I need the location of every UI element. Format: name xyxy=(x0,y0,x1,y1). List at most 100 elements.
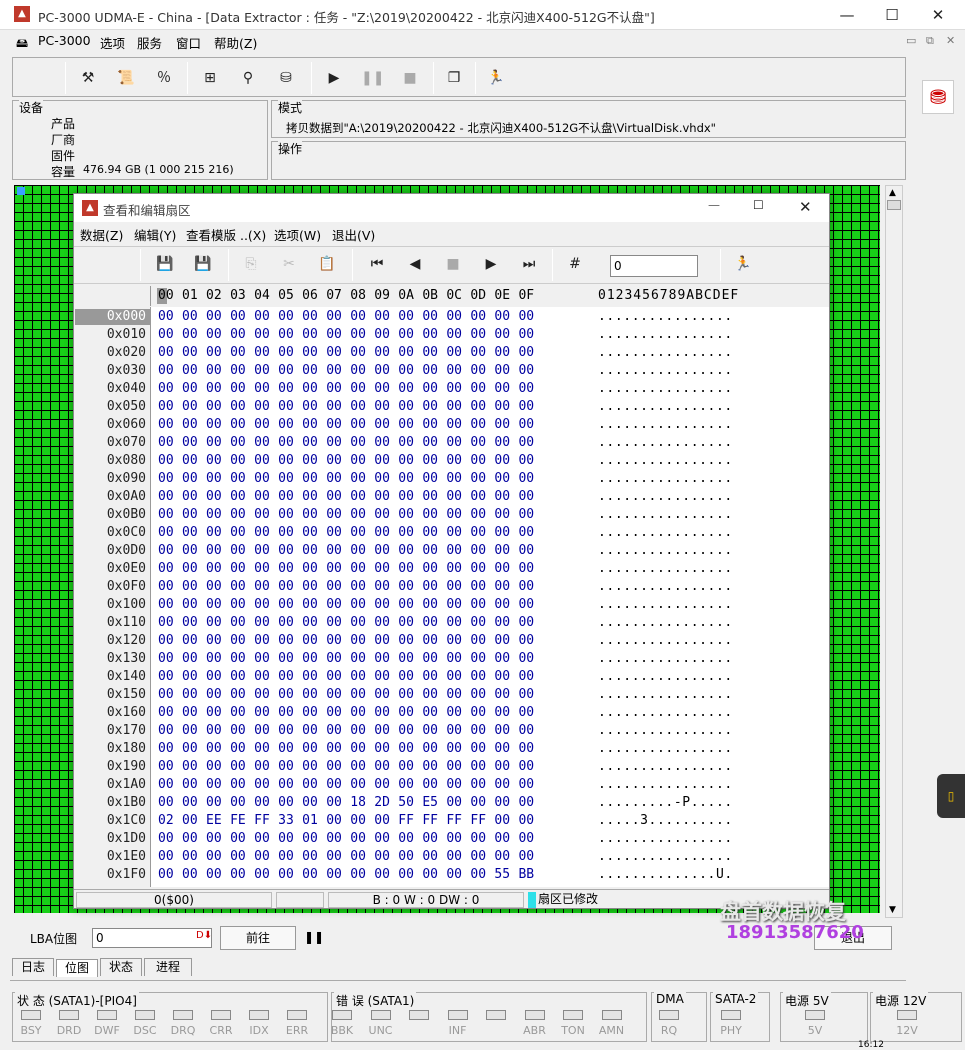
hex-row[interactable]: 00 00 00 00 00 00 00 00 00 00 00 00 00 0… xyxy=(158,327,534,342)
ascii-row[interactable]: ................ xyxy=(598,363,733,378)
hex-row[interactable]: 00 00 00 00 00 00 00 00 00 00 00 00 00 0… xyxy=(158,615,534,630)
hex-row[interactable]: 00 00 00 00 00 00 00 00 00 00 00 00 00 0… xyxy=(158,741,534,756)
save-sector-icon[interactable]: 💾 xyxy=(154,253,176,275)
hex-row[interactable]: 00 00 00 00 00 00 00 00 00 00 00 00 00 0… xyxy=(158,831,534,846)
dialog-minimize-button[interactable]: — xyxy=(708,198,720,212)
dmenu-template[interactable]: 查看模版 ..(X) xyxy=(186,225,266,244)
next-sector-icon[interactable]: ▶ xyxy=(480,253,502,275)
hex-row[interactable]: 02 00 EE FE FF 33 01 00 00 00 FF FF FF F… xyxy=(158,813,534,828)
dmenu-exit[interactable]: 退出(V) xyxy=(332,225,375,244)
ascii-row[interactable]: ................ xyxy=(598,381,733,396)
dialog-maximize-button[interactable]: ☐ xyxy=(753,198,764,212)
tab-log[interactable]: 日志 xyxy=(12,958,54,976)
exit-run-icon[interactable]: 🏃 xyxy=(485,67,507,89)
sector-jump-input[interactable]: 0 xyxy=(610,255,698,277)
ascii-row[interactable]: ................ xyxy=(598,471,733,486)
hex-row[interactable]: 00 00 00 00 00 00 00 00 00 00 00 00 00 0… xyxy=(158,363,534,378)
hex-row[interactable]: 00 00 00 00 00 00 00 00 00 00 00 00 00 0… xyxy=(158,597,534,612)
hex-row[interactable]: 00 00 00 00 00 00 00 00 00 00 00 00 00 0… xyxy=(158,489,534,504)
disk-icon[interactable]: ⛁ xyxy=(275,67,297,89)
mdi-restore-icon[interactable]: ⧉ xyxy=(926,34,934,48)
hex-row[interactable]: 00 00 00 00 00 00 00 00 00 00 00 00 00 0… xyxy=(158,417,534,432)
ascii-row[interactable]: ................ xyxy=(598,633,733,648)
hex-row[interactable]: 00 00 00 00 00 00 00 00 00 00 00 00 00 0… xyxy=(158,759,534,774)
hex-row[interactable]: 00 00 00 00 00 00 00 00 00 00 00 00 00 0… xyxy=(158,381,534,396)
stop-icon[interactable]: ■ xyxy=(399,67,421,89)
hex-row[interactable]: 00 00 00 00 00 00 00 00 00 00 00 00 00 0… xyxy=(158,435,534,450)
last-sector-icon[interactable]: ⏭ xyxy=(518,253,540,275)
hex-row[interactable]: 00 00 00 00 00 00 00 00 00 00 00 00 00 0… xyxy=(158,651,534,666)
ascii-row[interactable]: ................ xyxy=(598,723,733,738)
hex-row[interactable]: 00 00 00 00 00 00 00 00 00 00 00 00 00 0… xyxy=(158,561,534,576)
hex-row[interactable]: 00 00 00 00 00 00 00 00 00 00 00 00 00 0… xyxy=(158,453,534,468)
stop-sector-icon[interactable]: ■ xyxy=(442,253,464,275)
percent-icon[interactable]: ％ xyxy=(153,67,175,89)
maximize-button[interactable]: ☐ xyxy=(869,0,915,30)
ascii-row[interactable]: ................ xyxy=(598,759,733,774)
play-icon[interactable]: ▶ xyxy=(323,67,345,89)
hex-row[interactable]: 00 00 00 00 00 00 00 00 00 00 00 00 00 0… xyxy=(158,867,534,882)
save-as-icon[interactable]: 💾 xyxy=(192,253,214,275)
paste-icon[interactable]: 📋 xyxy=(316,253,338,275)
ascii-row[interactable]: ................ xyxy=(598,615,733,630)
script-icon[interactable]: 📜 xyxy=(115,67,137,89)
prev-sector-icon[interactable]: ◀ xyxy=(404,253,426,275)
mdi-minimize-icon[interactable]: ▭ xyxy=(906,34,916,47)
hex-view[interactable]: 0x000 0x010 0x020 0x030 0x040 0x050 0x060 0x070… xyxy=(74,307,829,887)
tree-icon[interactable]: ⊞ xyxy=(199,67,221,89)
hex-row[interactable]: 00 00 00 00 00 00 00 00 00 00 00 00 00 0… xyxy=(158,705,534,720)
ascii-row[interactable]: ................ xyxy=(598,579,733,594)
close-button[interactable]: ✕ xyxy=(915,0,961,30)
ascii-row[interactable]: ................ xyxy=(598,669,733,684)
tab-process[interactable]: 进程 xyxy=(144,958,192,976)
hex-row[interactable]: 00 00 00 00 00 00 00 00 00 00 00 00 00 0… xyxy=(158,633,534,648)
goto-number-icon[interactable]: # xyxy=(564,253,586,275)
hex-row[interactable]: 00 00 00 00 00 00 00 00 00 00 00 00 00 0… xyxy=(158,543,534,558)
side-widget-icon[interactable]: ▯ xyxy=(937,774,965,818)
copy-icon[interactable]: ⎘ xyxy=(240,253,262,275)
ascii-row[interactable]: ................ xyxy=(598,417,733,432)
lba-unit-icon[interactable]: D⬇ xyxy=(196,930,212,941)
ascii-row[interactable]: ................ xyxy=(598,525,733,540)
cut-icon[interactable]: ✂ xyxy=(278,253,300,275)
ascii-row[interactable]: ................ xyxy=(598,399,733,414)
ascii-row[interactable]: ................ xyxy=(598,345,733,360)
ascii-row[interactable]: ................ xyxy=(598,435,733,450)
ascii-row[interactable]: ................ xyxy=(598,777,733,792)
hex-row[interactable]: 00 00 00 00 00 00 00 00 00 00 00 00 00 0… xyxy=(158,669,534,684)
binoculars-icon[interactable]: ⚲ xyxy=(237,67,259,89)
lba-pause-icon[interactable]: ❚❚ xyxy=(304,930,324,944)
ascii-row[interactable]: ................ xyxy=(598,687,733,702)
ascii-row[interactable]: ................ xyxy=(598,705,733,720)
ascii-row[interactable]: ................ xyxy=(598,507,733,522)
ascii-row[interactable]: ................ xyxy=(598,561,733,576)
lba-input[interactable]: 0 xyxy=(92,928,212,948)
ascii-row[interactable]: ................ xyxy=(598,489,733,504)
hex-row[interactable]: 00 00 00 00 00 00 00 00 00 00 00 00 00 0… xyxy=(158,507,534,522)
windows-icon[interactable]: ❐ xyxy=(443,67,465,89)
ascii-row[interactable]: .........-P..... xyxy=(598,795,733,810)
hex-row[interactable]: 00 00 00 00 00 00 00 00 18 2D 50 E5 00 0… xyxy=(158,795,534,810)
ascii-row[interactable]: ................ xyxy=(598,453,733,468)
pause-icon[interactable]: ❚❚ xyxy=(361,67,384,89)
hex-row[interactable]: 00 00 00 00 00 00 00 00 00 00 00 00 00 0… xyxy=(158,345,534,360)
ascii-row[interactable]: ................ xyxy=(598,543,733,558)
mdi-close-icon[interactable]: ✕ xyxy=(946,34,955,47)
ascii-row[interactable]: ................ xyxy=(598,309,733,324)
hex-row[interactable]: 00 00 00 00 00 00 00 00 00 00 00 00 00 0… xyxy=(158,399,534,414)
ascii-row[interactable]: ................ xyxy=(598,831,733,846)
hex-row[interactable]: 00 00 00 00 00 00 00 00 00 00 00 00 00 0… xyxy=(158,849,534,864)
ascii-row[interactable]: ..............U. xyxy=(598,867,733,882)
minimize-button[interactable]: — xyxy=(824,0,870,30)
menu-pc3000[interactable]: PC-3000 xyxy=(38,33,91,48)
ascii-row[interactable]: ................ xyxy=(598,741,733,756)
menu-service[interactable]: 服务 xyxy=(137,33,162,52)
tab-status[interactable]: 状态 xyxy=(100,958,142,976)
go-button[interactable]: 前往 xyxy=(220,926,296,950)
tab-bitmap[interactable]: 位图 xyxy=(56,959,98,977)
dmenu-data[interactable]: 数据(Z) xyxy=(80,225,123,244)
hex-row[interactable]: 00 00 00 00 00 00 00 00 00 00 00 00 00 0… xyxy=(158,723,534,738)
ascii-row[interactable]: ................ xyxy=(598,849,733,864)
first-sector-icon[interactable]: ⏮ xyxy=(366,253,388,275)
dmenu-options[interactable]: 选项(W) xyxy=(274,225,321,244)
